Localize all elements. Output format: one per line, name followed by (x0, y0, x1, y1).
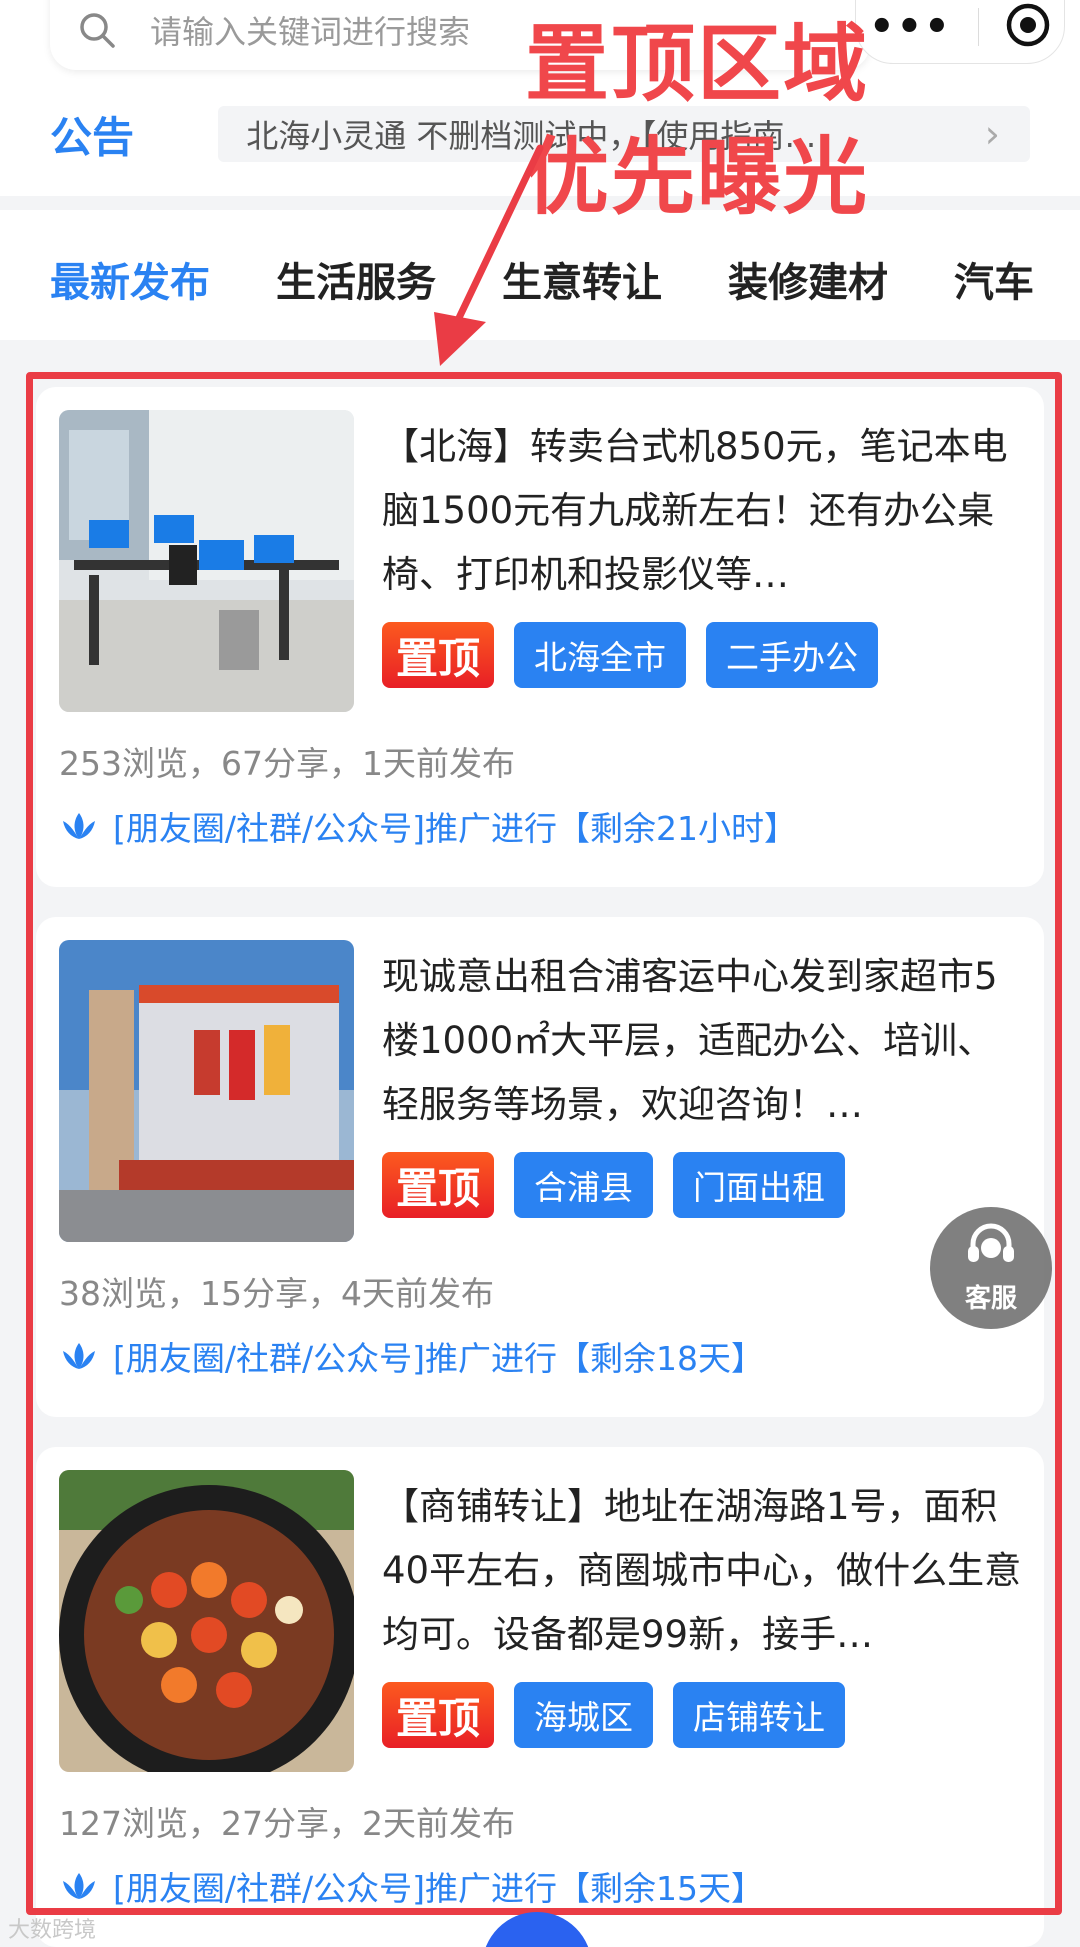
category-tag[interactable]: 海城区 (514, 1682, 654, 1748)
headset-icon (963, 1222, 1019, 1276)
listing-card[interactable]: 现诚意出租合浦客运中心发到家超市5楼1000㎡大平层，适配办公、培训、轻服务等场… (36, 917, 1044, 1417)
category-tag[interactable]: 二手办公 (706, 622, 879, 688)
pinned-badge: 置顶 (382, 1682, 495, 1748)
promotion-text: [朋友圈/社群/公众号]推广进行【剩余15天】 (113, 1869, 764, 1908)
promotion-text: [朋友圈/社群/公众号]推广进行【剩余18天】 (113, 1339, 764, 1378)
promotion-status: [朋友圈/社群/公众号]推广进行【剩余18天】 (59, 1332, 764, 1380)
lotus-icon (59, 1339, 99, 1373)
listing-title[interactable]: 【商铺转让】地址在湖海路1号，面积40平左右，商圈城市中心，做什么生意均可。设备… (382, 1475, 1022, 1667)
customer-service-button[interactable]: 客服 (930, 1207, 1052, 1329)
lotus-icon (59, 809, 99, 843)
category-tag[interactable]: 店铺转让 (673, 1682, 846, 1748)
pinned-badge: 置顶 (382, 1152, 495, 1218)
listing-title[interactable]: 现诚意出租合浦客运中心发到家超市5楼1000㎡大平层，适配办公、培训、轻服务等场… (382, 945, 1022, 1137)
lotus-icon (59, 1869, 99, 1903)
listing-tags: 置顶 海城区 店铺转让 (382, 1682, 865, 1748)
listing-image[interactable] (59, 940, 354, 1242)
listing-tags: 置顶 北海全市 二手办公 (382, 622, 898, 688)
listing-stats: 127浏览，27分享，2天前发布 (59, 1804, 515, 1843)
listing-image[interactable] (59, 1470, 354, 1772)
category-tag[interactable]: 合浦县 (514, 1152, 654, 1218)
category-tag[interactable]: 门面出租 (673, 1152, 846, 1218)
promotion-status: [朋友圈/社群/公众号]推广进行【剩余15天】 (59, 1862, 764, 1910)
pinned-badge: 置顶 (382, 622, 495, 688)
listing-stats: 38浏览，15分享，4天前发布 (59, 1274, 494, 1313)
watermark: 大数跨境 (8, 1918, 97, 1943)
listing-title[interactable]: 【北海】转卖台式机850元，笔记本电脑1500元有九成新左右！还有办公桌椅、打印… (382, 415, 1022, 607)
promotion-text: [朋友圈/社群/公众号]推广进行【剩余21小时】 (113, 809, 797, 848)
promotion-status: [朋友圈/社群/公众号]推广进行【剩余21小时】 (59, 802, 797, 850)
customer-service-label: 客服 (964, 1283, 1017, 1314)
listing-stats: 253浏览，67分享，1天前发布 (59, 744, 515, 783)
annotation-arrow-icon (434, 144, 544, 366)
listing-card[interactable]: 【商铺转让】地址在湖海路1号，面积40平左右，商圈城市中心，做什么生意均可。设备… (36, 1447, 1044, 1947)
listing-image[interactable] (59, 410, 354, 712)
category-tag[interactable]: 北海全市 (514, 622, 687, 688)
listing-tags: 置顶 合浦县 门面出租 (382, 1152, 865, 1218)
listing-card[interactable]: 【北海】转卖台式机850元，笔记本电脑1500元有九成新左右！还有办公桌椅、打印… (36, 387, 1044, 887)
